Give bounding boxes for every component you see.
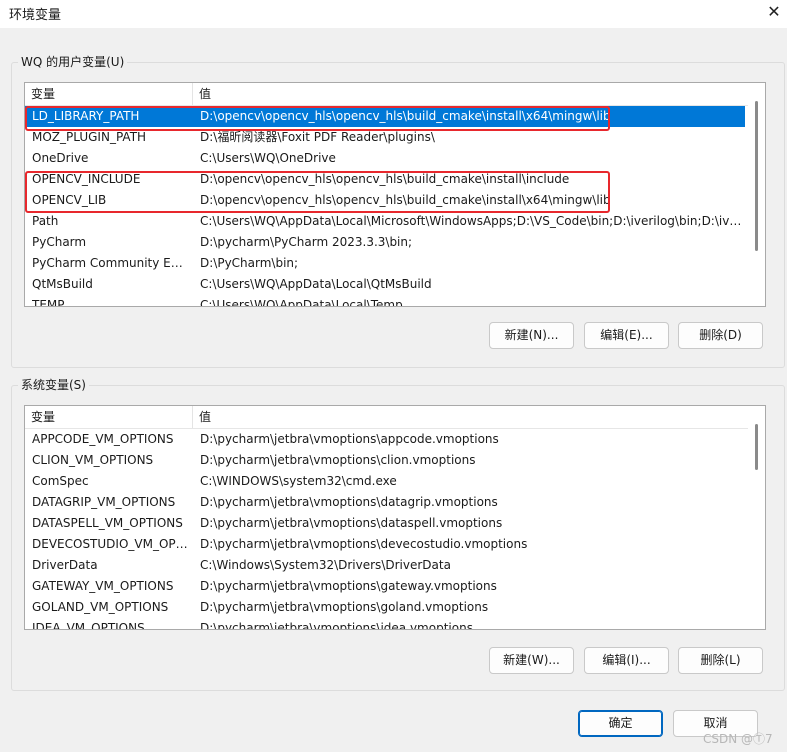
table-row[interactable]: OPENCV_LIB D:\opencv\opencv_hls\opencv_hl… <box>25 190 745 211</box>
variable-value: D:\福昕阅读器\Foxit PDF Reader\plugins\ <box>200 130 435 144</box>
table-row[interactable]: GOLAND_VM_OPTIONS D:\pycharm\jetbra\vmopt… <box>25 597 745 618</box>
system-edit-button[interactable]: 编辑(I)... <box>584 647 669 674</box>
table-row[interactable]: OPENCV_INCLUDE D:\opencv\opencv_hls\openc… <box>25 169 745 190</box>
variable-name: LD_LIBRARY_PATH <box>32 109 140 123</box>
column-header-value[interactable]: 值 <box>193 406 753 428</box>
variable-value: C:\WINDOWS\system32\cmd.exe <box>200 474 397 488</box>
scrollbar-thumb[interactable] <box>755 101 758 251</box>
variable-value: D:\pycharm\jetbra\vmoptions\appcode.vmop… <box>200 432 499 446</box>
variable-name: CLION_VM_OPTIONS <box>32 453 154 467</box>
table-row[interactable]: PyCharm Community Editi... D:\PyCharm\bin… <box>25 253 745 274</box>
variable-name: QtMsBuild <box>32 277 93 291</box>
system-variables-scrollbar[interactable] <box>748 406 765 629</box>
system-delete-button[interactable]: 删除(L) <box>678 647 763 674</box>
variable-name: IDEA_VM_OPTIONS <box>32 621 145 630</box>
variable-value: D:\pycharm\jetbra\vmoptions\idea.vmoptio… <box>200 621 473 630</box>
user-variables-rows: LD_LIBRARY_PATH D:\opencv\opencv_hls\open… <box>25 106 745 307</box>
close-icon[interactable]: ✕ <box>764 2 784 22</box>
user-new-button[interactable]: 新建(N)... <box>489 322 574 349</box>
variable-value: D:\opencv\opencv_hls\opencv_hls\build_cm… <box>200 172 570 186</box>
system-variables-legend: 系统变量(S) <box>18 377 89 393</box>
variable-name: MOZ_PLUGIN_PATH <box>32 130 147 144</box>
table-row[interactable]: DATAGRIP_VM_OPTIONS D:\pycharm\jetbra\vmo… <box>25 492 745 513</box>
system-variables-group: 系统变量(S) 变量 值 APPCODE_VM_OPTIONS D:\pychar… <box>11 377 785 691</box>
table-row[interactable]: CLION_VM_OPTIONS D:\pycharm\jetbra\vmopti… <box>25 450 745 471</box>
variable-name: PyCharm <box>32 235 87 249</box>
variable-name: Path <box>32 214 59 228</box>
variable-name: OneDrive <box>32 151 89 165</box>
table-row[interactable]: GATEWAY_VM_OPTIONS D:\pycharm\jetbra\vmop… <box>25 576 745 597</box>
variable-value: C:\Windows\System32\Drivers\DriverData <box>200 558 451 572</box>
table-row[interactable]: TEMP C:\Users\WQ\AppData\Local\Temp <box>25 295 745 307</box>
variable-value: D:\pycharm\jetbra\vmoptions\datagrip.vmo… <box>200 495 498 509</box>
variable-value: C:\Users\WQ\AppData\Local\Temp <box>200 298 403 307</box>
user-variables-header: 变量 值 <box>25 83 765 106</box>
variable-value: D:\pycharm\jetbra\vmoptions\goland.vmopt… <box>200 600 489 614</box>
variable-name: GOLAND_VM_OPTIONS <box>32 600 169 614</box>
variable-value: D:\pycharm\jetbra\vmoptions\dataspell.vm… <box>200 516 503 530</box>
system-variables-header: 变量 值 <box>25 406 765 429</box>
variable-name: OPENCV_LIB <box>32 193 107 207</box>
ok-button[interactable]: 确定 <box>578 710 663 737</box>
user-variables-legend: WQ 的用户变量(U) <box>18 54 128 70</box>
user-variables-scrollbar[interactable] <box>748 83 765 306</box>
table-row[interactable]: OneDrive C:\Users\WQ\OneDrive <box>25 148 745 169</box>
variable-name: TEMP <box>32 298 65 307</box>
scrollbar-thumb[interactable] <box>755 424 758 470</box>
table-row[interactable]: LD_LIBRARY_PATH D:\opencv\opencv_hls\open… <box>25 106 745 127</box>
variable-value: D:\pycharm\jetbra\vmoptions\devecostudio… <box>200 537 528 551</box>
variable-value: C:\Users\WQ\AppData\Local\QtMsBuild <box>200 277 432 291</box>
system-variables-rows: APPCODE_VM_OPTIONS D:\pycharm\jetbra\vmop… <box>25 429 745 630</box>
table-row[interactable]: PyCharm D:\pycharm\PyCharm 2023.3.3\bin; <box>25 232 745 253</box>
variable-name: PyCharm Community Editi... <box>32 256 190 270</box>
variable-value: D:\PyCharm\bin; <box>200 256 299 270</box>
user-variables-group: WQ 的用户变量(U) 变量 值 LD_LIBRARY_PATH D:\openc… <box>11 54 785 368</box>
table-row[interactable]: DATASPELL_VM_OPTIONS D:\pycharm\jetbra\vm… <box>25 513 745 534</box>
table-row[interactable]: IDEA_VM_OPTIONS D:\pycharm\jetbra\vmoptio… <box>25 618 745 630</box>
variable-name: DriverData <box>32 558 98 572</box>
variable-value: D:\pycharm\jetbra\vmoptions\clion.vmopti… <box>200 453 476 467</box>
variable-name: DEVECOSTUDIO_VM_OPT... <box>32 537 190 551</box>
table-row[interactable]: DEVECOSTUDIO_VM_OPT... D:\pycharm\jetbra\… <box>25 534 745 555</box>
title-bar: 环境变量 ✕ <box>0 0 787 28</box>
user-edit-button[interactable]: 编辑(E)... <box>584 322 669 349</box>
variable-name: DATASPELL_VM_OPTIONS <box>32 516 183 530</box>
table-row[interactable]: Path C:\Users\WQ\AppData\Local\Microsoft\… <box>25 211 745 232</box>
table-row[interactable]: MOZ_PLUGIN_PATH D:\福昕阅读器\Foxit PDF Reader… <box>25 127 745 148</box>
variable-name: GATEWAY_VM_OPTIONS <box>32 579 174 593</box>
window-title: 环境变量 <box>9 8 62 23</box>
system-new-button[interactable]: 新建(W)... <box>489 647 574 674</box>
table-row[interactable]: QtMsBuild C:\Users\WQ\AppData\Local\QtMsB… <box>25 274 745 295</box>
table-row[interactable]: DriverData C:\Windows\System32\Drivers\Dr… <box>25 555 745 576</box>
variable-value: D:\pycharm\jetbra\vmoptions\gateway.vmop… <box>200 579 497 593</box>
column-header-value[interactable]: 值 <box>193 83 753 105</box>
user-delete-button[interactable]: 删除(D) <box>678 322 763 349</box>
column-header-name[interactable]: 变量 <box>25 406 193 428</box>
system-variables-list[interactable]: 变量 值 APPCODE_VM_OPTIONS D:\pycharm\jetbra… <box>24 405 766 630</box>
table-row[interactable]: APPCODE_VM_OPTIONS D:\pycharm\jetbra\vmop… <box>25 429 745 450</box>
variable-value: D:\pycharm\PyCharm 2023.3.3\bin; <box>200 235 413 249</box>
variable-value: C:\Users\WQ\OneDrive <box>200 151 336 165</box>
variable-value: D:\opencv\opencv_hls\opencv_hls\build_cm… <box>200 109 611 123</box>
variable-name: DATAGRIP_VM_OPTIONS <box>32 495 176 509</box>
column-header-name[interactable]: 变量 <box>25 83 193 105</box>
variable-name: APPCODE_VM_OPTIONS <box>32 432 174 446</box>
watermark: CSDN @Ⓣ7 <box>703 732 773 746</box>
table-row[interactable]: ComSpec C:\WINDOWS\system32\cmd.exe <box>25 471 745 492</box>
user-variables-list[interactable]: 变量 值 LD_LIBRARY_PATH D:\opencv\opencv_hls… <box>24 82 766 307</box>
variable-name: ComSpec <box>32 474 89 488</box>
variable-value: D:\opencv\opencv_hls\opencv_hls\build_cm… <box>200 193 611 207</box>
variable-name: OPENCV_INCLUDE <box>32 172 141 186</box>
variable-value: C:\Users\WQ\AppData\Local\Microsoft\Wind… <box>200 214 745 228</box>
